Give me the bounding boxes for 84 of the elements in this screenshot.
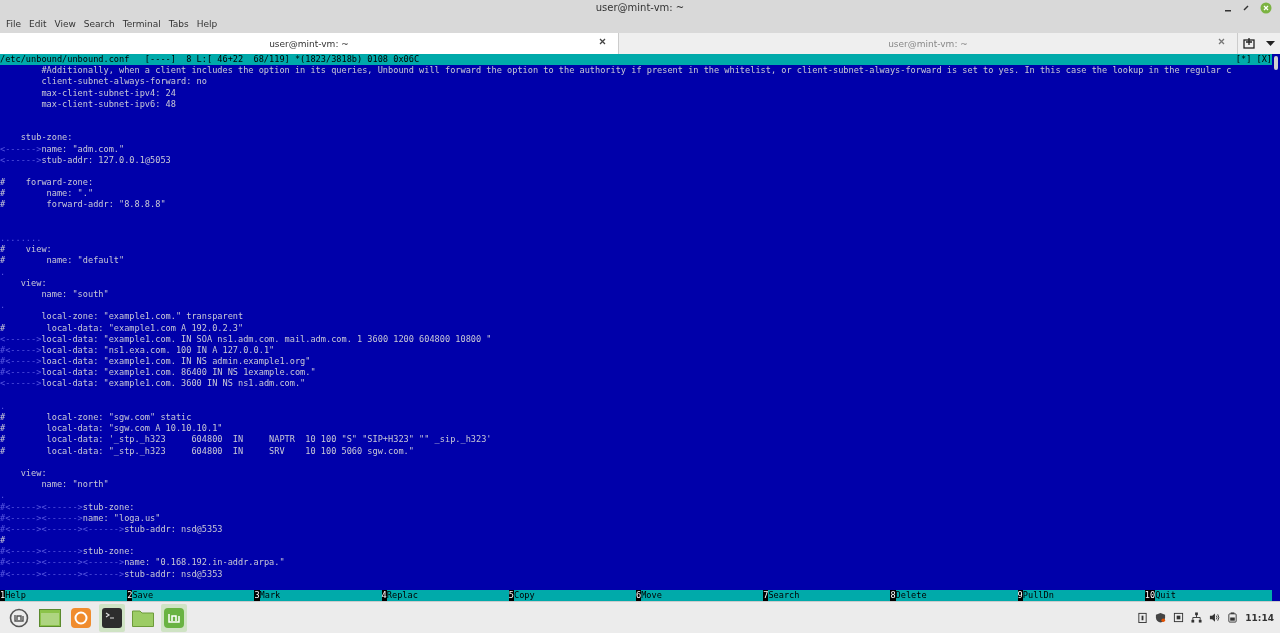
function-key[interactable]: 9PullDn — [1017, 589, 1054, 601]
whitespace-marker: . — [0, 490, 6, 501]
code-line: local-data: "example1.com. 86400 IN NS 1example.com." — [41, 367, 316, 378]
whitespace-marker: #<-----><------> — [0, 501, 83, 512]
volume-icon[interactable] — [1209, 612, 1221, 623]
whitespace-marker: #<-----> — [0, 356, 42, 367]
function-key[interactable]: 7Search — [763, 589, 800, 601]
code-line: # local-data: "_stp._h323 604800 IN SRV 10 100 5060 sgw.com." — [0, 445, 414, 456]
code-line: local-data: "example1.com. 3600 IN NS ns1.adm.com." — [41, 378, 306, 389]
clipboard-icon[interactable] — [1137, 612, 1149, 623]
code-line: # local-data: "sgw.com A 10.10.10.1" — [0, 423, 223, 434]
code-line: stub-zone: — [82, 501, 135, 512]
code-line: local-data: "ns1.exa.com. 100 IN A 127.0.0.1" — [41, 344, 275, 355]
whitespace-marker: <------> — [0, 143, 42, 154]
whitespace-marker: #<-----><------> — [0, 546, 83, 557]
code-line: view: — [19, 277, 47, 288]
code-line: view: — [19, 467, 47, 478]
code-line: local-zone: "example1.com." transparent — [40, 311, 244, 322]
menu-item[interactable]: Search — [79, 16, 119, 31]
code-line: stub-zone: — [19, 132, 73, 143]
menu-icon[interactable] — [9, 607, 29, 628]
network-icon[interactable] — [1191, 612, 1203, 623]
function-key[interactable]: 8Delete — [890, 589, 927, 601]
code-line: name: "south" — [40, 288, 109, 299]
whitespace-marker: #<-----><------> — [0, 512, 83, 523]
code-line: local-data: "example1.com. IN SOA ns1.adm.com. mail.adm.com. 1 3600 1200 604800 10800 " — [41, 333, 492, 344]
code-line: client-subnet-always-forward: no — [40, 76, 207, 87]
code-line: # forward-addr: "8.8.8.8" — [0, 199, 166, 210]
whitespace-marker: <------> — [0, 333, 42, 344]
code-line: max-client-subnet-ipv4: 24 — [40, 87, 176, 98]
whitespace-marker: . — [0, 400, 6, 411]
scrollbar-thumb[interactable] — [1274, 56, 1278, 70]
whitespace-marker: <------> — [0, 154, 42, 165]
terminal-icon[interactable] — [102, 607, 122, 628]
whitespace-marker: #<-----> — [0, 344, 42, 355]
editor-status-bar: /etc/unbound/unbound.conf [----] 8 L:[ 46+22 68/119] *(1823/3818b) 0108 0x06C [*] [X] — [0, 54, 1272, 66]
code-line: # — [0, 535, 6, 546]
shield-icon[interactable] — [1155, 612, 1167, 623]
code-line: name: "north" — [40, 479, 109, 490]
function-key[interactable]: 2Save — [127, 589, 154, 601]
code-line: # view: — [0, 244, 52, 255]
whitespace-marker: #<-----><------><------> — [0, 557, 125, 568]
maximize-icon[interactable] — [1242, 4, 1250, 12]
function-key[interactable]: 3Mark — [254, 589, 281, 601]
code-line: name: "0.168.192.in-addr.arpa." — [124, 557, 285, 568]
function-key[interactable]: 4Replac — [381, 589, 418, 601]
code-line: max-client-subnet-ipv6: 48 — [40, 98, 176, 109]
dropdown-icon[interactable] — [1265, 40, 1275, 47]
code-line: # name: "default" — [0, 255, 125, 266]
code-line: name: "loga.us" — [82, 512, 161, 523]
menu-item[interactable]: Terminal — [118, 16, 165, 31]
whitespace-marker: <------> — [0, 378, 42, 389]
menu-item[interactable]: View — [50, 16, 80, 31]
code-line: stub-zone: — [82, 546, 135, 557]
code-line: name: "adm.com." — [41, 143, 125, 154]
close-icon[interactable] — [599, 38, 606, 45]
code-line: #Additionally, when a client includes the option in its queries, Unbound will forward the option to the authority if present in the whitelist, or client-subnet-always-forward is set to yes. In this case the lookup in the regular c — [40, 65, 1232, 76]
menu-item[interactable]: Edit — [25, 16, 51, 31]
whitespace-marker: ........ — [0, 233, 42, 243]
code-line: stub-addr: nsd@5353 — [124, 568, 223, 579]
code-line: # local-zone: "sgw.com" static — [0, 412, 192, 422]
code-line: stub-addr: nsd@5353 — [124, 523, 223, 534]
whitespace-marker: #<-----> — [0, 367, 42, 378]
menu-item[interactable]: File — [2, 16, 26, 31]
whitespace-marker: #<-----><------><------> — [0, 568, 125, 579]
code-line: # local-data: '_stp._h323 604800 IN NAPTR 10 100 "S" "SIP+H323" "" _sip._h323' — [0, 434, 492, 445]
battery-icon[interactable] — [1227, 612, 1239, 623]
window-icon[interactable] — [39, 608, 61, 627]
code-line: # forward-zone: — [0, 177, 94, 188]
whitespace-marker: #<-----><------><------> — [0, 523, 125, 534]
whitespace-marker: . — [0, 300, 6, 311]
folder-icon[interactable] — [132, 608, 154, 627]
menu-item[interactable]: Tabs — [164, 16, 193, 31]
terminal-tab[interactable]: user@mint-vm: ~ — [0, 33, 619, 54]
window-title: user@mint-vm: ~ — [595, 1, 685, 13]
function-key[interactable]: 1Help — [0, 589, 26, 601]
menu-item[interactable]: Help — [192, 16, 222, 31]
code-line: stub-addr: 127.0.0.1@5053 — [41, 154, 171, 165]
code-line: # name: "." — [0, 188, 94, 199]
whitespace-marker: . — [0, 266, 6, 277]
code-line: loacl-data: "example1.com. IN NS admin.example1.org" — [41, 356, 311, 367]
clock[interactable]: 11:14 — [1245, 612, 1274, 623]
new-tab-icon[interactable] — [1243, 38, 1256, 49]
code-line: # local-data: "example1.com A 192.0.2.3" — [0, 322, 244, 333]
